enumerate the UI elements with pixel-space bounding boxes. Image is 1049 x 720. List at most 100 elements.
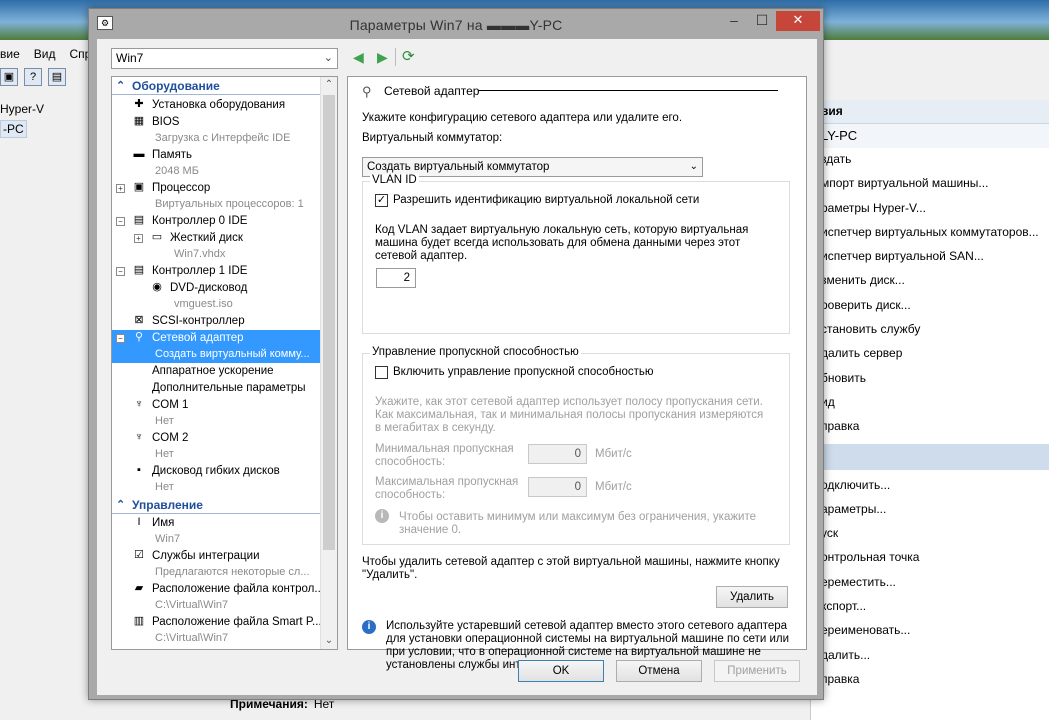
- tree-item-label: SCSI-контроллер: [152, 315, 245, 327]
- action-item[interactable]: мпорт виртуальной машины...: [811, 172, 1049, 196]
- dialog-titlebar[interactable]: ⚙ Параметры Win7 на ▬▬▬Y-PC – ☐ ✕: [89, 9, 823, 39]
- min-bandwidth-input[interactable]: 0: [528, 444, 587, 464]
- vlan-checkbox-label: Разрешить идентификацию виртуальной лока…: [393, 194, 700, 206]
- tree-item-label: BIOS: [152, 116, 180, 128]
- action-item[interactable]: ереименовать...: [811, 619, 1049, 643]
- max-bandwidth-input[interactable]: 0: [528, 477, 587, 497]
- action-item[interactable]: становить службу: [811, 318, 1049, 342]
- floppy-disk-icon: ▪: [137, 464, 141, 476]
- action-item[interactable]: бновить: [811, 367, 1049, 391]
- dialog-title: Параметры Win7 на ▬▬▬Y-PC: [349, 17, 563, 33]
- refresh-icon[interactable]: ⟳: [402, 49, 415, 65]
- action-item[interactable]: онтрольная точка: [811, 546, 1049, 570]
- tree-item-name[interactable]: I Имя Win7: [112, 515, 320, 548]
- tree-item-integration[interactable]: ☑ Службы интеграции Предлагаются некотор…: [112, 548, 320, 581]
- tree-item-checkpoint-location[interactable]: ▰ Расположение файла контрол... C:\Virtu…: [112, 581, 324, 614]
- tree-item-sub: Win7.vhdx: [174, 248, 226, 260]
- forward-arrow-icon[interactable]: ▶: [377, 49, 388, 65]
- action-item[interactable]: уск: [811, 522, 1049, 546]
- action-item[interactable]: далить сервер: [811, 342, 1049, 366]
- scroll-down-icon[interactable]: ⌄: [321, 633, 337, 649]
- tree-item-sub: Нет: [155, 448, 174, 460]
- bg-toolbar-pane-icon[interactable]: ▤: [48, 68, 66, 86]
- tree-item-network-adapter[interactable]: − ⚲ Сетевой адаптер Создать виртуальный …: [112, 330, 320, 363]
- close-button[interactable]: ✕: [776, 11, 820, 31]
- min-bandwidth-unit: Мбит/с: [595, 448, 632, 460]
- apply-button[interactable]: Применить: [714, 660, 800, 682]
- action-item[interactable]: одключить...: [811, 474, 1049, 498]
- tree-item-com2[interactable]: ♆ COM 2 Нет: [112, 430, 320, 463]
- tree-item-label: Расположение файла Smart P...: [152, 616, 322, 628]
- tree-scrollbar[interactable]: ⌃ ⌄: [320, 77, 337, 649]
- vlan-checkbox[interactable]: ✓: [375, 194, 388, 207]
- tree-item-hardware-install[interactable]: ✚ Установка оборудования: [112, 97, 320, 114]
- tree-item-bios[interactable]: ▦ BIOS Загрузка с Интерфейс IDE: [112, 114, 320, 147]
- collapse-chevron-icon: ⌃: [116, 80, 126, 92]
- tree-item-ide0[interactable]: − ▤ Контроллер 0 IDE: [112, 213, 320, 230]
- action-item[interactable]: ид: [811, 391, 1049, 415]
- vlan-id-input[interactable]: 2: [376, 268, 416, 288]
- scroll-thumb[interactable]: [323, 95, 335, 550]
- scroll-up-icon[interactable]: ⌃: [321, 77, 337, 93]
- action-item[interactable]: правка: [811, 415, 1049, 439]
- bg-menu-view[interactable]: Вид: [34, 44, 56, 66]
- maximize-button[interactable]: ☐: [749, 11, 775, 31]
- bg-tree-root[interactable]: Hyper-V: [0, 100, 90, 118]
- chevron-down-icon: ⌄: [689, 161, 698, 172]
- tree-item-label: Установка оборудования: [152, 99, 286, 111]
- help-icon[interactable]: ?: [24, 68, 42, 86]
- cancel-button[interactable]: Отмена: [616, 660, 702, 682]
- tree-item-floppy[interactable]: ▪ Дисковод гибких дисков Нет: [112, 463, 320, 496]
- expand-icon[interactable]: +: [134, 234, 143, 243]
- tree-item-dvd[interactable]: ◉ DVD-дисковод vmguest.iso: [112, 280, 320, 313]
- tree-item-smart-paging[interactable]: ▥ Расположение файла Smart P... C:\Virtu…: [112, 614, 322, 647]
- tree-item-label: Контроллер 0 IDE: [152, 215, 248, 227]
- virtual-switch-value: Создать виртуальный коммутатор: [367, 161, 550, 173]
- section-hardware[interactable]: ⌃ Оборудование: [112, 79, 320, 95]
- action-item[interactable]: раметры Hyper-V...: [811, 197, 1049, 221]
- action-item[interactable]: роверить диск...: [811, 294, 1049, 318]
- action-item[interactable]: правка: [811, 668, 1049, 692]
- tree-item-processor[interactable]: + ▣ Процессор Виртуальных процессоров: 1: [112, 180, 320, 213]
- tree-item-hard-disk[interactable]: + ▭ Жесткий диск Win7.vhdx: [112, 230, 320, 263]
- tree-item-label: Дисковод гибких дисков: [152, 465, 280, 477]
- tree-item-memory[interactable]: ▬ Память 2048 МБ: [112, 147, 320, 180]
- integration-services-icon: ☑: [134, 549, 144, 561]
- action-item[interactable]: испетчер виртуальных коммутаторов...: [811, 221, 1049, 245]
- action-item[interactable]: здать: [811, 148, 1049, 172]
- network-adapter-icon: ⚲: [362, 84, 372, 99]
- panel-heading: Сетевой адаптер: [384, 84, 480, 98]
- bandwidth-checkbox[interactable]: [375, 366, 388, 379]
- memory-icon: ▬: [133, 148, 145, 160]
- bg-tree-host[interactable]: -PC: [0, 120, 27, 138]
- action-item[interactable]: араметры...: [811, 498, 1049, 522]
- action-item[interactable]: испетчер виртуальной SAN...: [811, 245, 1049, 269]
- dvd-disc-icon: ◉: [152, 281, 162, 293]
- vlan-group-label: VLAN ID: [370, 174, 419, 186]
- tree-item-scsi[interactable]: ⊠ SCSI-контроллер: [112, 313, 320, 330]
- max-bandwidth-unit: Мбит/с: [595, 481, 632, 493]
- action-item[interactable]: ереместить...: [811, 571, 1049, 595]
- collapse-icon[interactable]: −: [116, 267, 125, 276]
- section-management[interactable]: ⌃ Управление: [112, 498, 320, 514]
- back-arrow-icon[interactable]: ◀: [353, 49, 364, 65]
- action-item[interactable]: кспорт...: [811, 595, 1049, 619]
- bg-menu-action[interactable]: вие: [0, 44, 20, 66]
- collapse-icon[interactable]: −: [116, 334, 125, 343]
- heading-divider: [478, 90, 778, 91]
- ide-controller-icon: ▤: [133, 214, 145, 226]
- ok-button[interactable]: OK: [518, 660, 604, 682]
- tree-item-hw-accel[interactable]: Аппаратное ускорение: [112, 363, 320, 380]
- expand-icon[interactable]: +: [116, 184, 125, 193]
- tree-item-advanced[interactable]: Дополнительные параметры: [112, 380, 320, 397]
- collapse-icon[interactable]: −: [116, 217, 125, 226]
- bandwidth-description: Укажите, как этот сетевой адаптер исполь…: [375, 396, 764, 434]
- tree-item-com1[interactable]: ♆ COM 1 Нет: [112, 397, 320, 430]
- minimize-button[interactable]: –: [721, 11, 747, 31]
- bg-toolbar-button[interactable]: ▣: [0, 68, 18, 86]
- action-item[interactable]: зменить диск...: [811, 269, 1049, 293]
- vm-select[interactable]: Win7 ⌄: [111, 48, 338, 69]
- tree-item-ide1[interactable]: − ▤ Контроллер 1 IDE: [112, 263, 320, 280]
- remove-adapter-button[interactable]: Удалить: [716, 586, 788, 608]
- action-item[interactable]: далить...: [811, 644, 1049, 668]
